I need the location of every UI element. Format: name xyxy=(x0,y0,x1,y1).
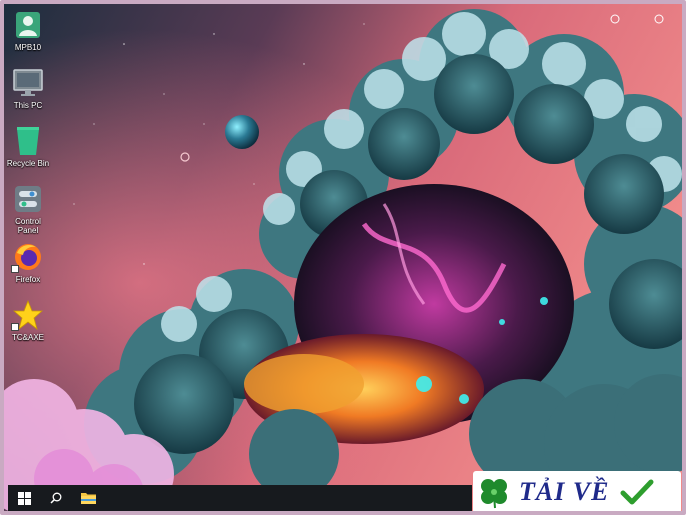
desktop-icon-tc-axe[interactable]: TC&AXE xyxy=(4,300,52,342)
desktop-icon-label: Firefox xyxy=(15,275,41,284)
start-icon xyxy=(17,491,31,505)
desktop-wallpaper xyxy=(4,4,682,511)
file-explorer-icon xyxy=(80,493,96,504)
star-icon xyxy=(11,300,43,331)
desktop-icon-mpb10[interactable]: MPB10 xyxy=(4,10,52,52)
file-explorer-button[interactable] xyxy=(72,485,104,511)
taskbar xyxy=(8,485,472,511)
watermark-text: TẢI VỀ xyxy=(519,477,610,506)
desktop-icon-label: Control Panel xyxy=(15,217,41,235)
monitor-icon xyxy=(13,68,43,98)
window-controls xyxy=(610,14,664,24)
screen-frame: MPB10 This PC Recycle Bin Control Panel … xyxy=(0,0,686,515)
desktop-icon-firefox[interactable]: Firefox xyxy=(4,242,52,284)
watermark-badge: TẢI VỀ xyxy=(473,471,681,511)
start-button[interactable] xyxy=(8,485,40,511)
firefox-icon xyxy=(11,242,43,273)
shortcut-arrow-icon xyxy=(11,323,19,331)
search-button[interactable] xyxy=(40,485,72,511)
recycle-bin-icon xyxy=(13,126,43,156)
checkmark-icon xyxy=(620,479,654,505)
desktop-icon-this-pc[interactable]: This PC xyxy=(4,68,52,110)
shortcut-arrow-icon xyxy=(11,265,19,273)
clover-icon xyxy=(481,479,507,509)
search-icon xyxy=(50,492,62,504)
control-panel-icon xyxy=(13,184,43,214)
desktop-icon-control-panel[interactable]: Control Panel xyxy=(4,184,52,235)
desktop-icon-label: TC&AXE xyxy=(11,333,44,342)
desktop-icon-recycle-bin[interactable]: Recycle Bin xyxy=(4,126,52,168)
user-folder-icon xyxy=(13,10,43,40)
desktop-icon-label: MPB10 xyxy=(14,43,42,52)
desktop-icon-label: This PC xyxy=(13,101,43,110)
desktop-icon-label: Recycle Bin xyxy=(6,159,50,168)
